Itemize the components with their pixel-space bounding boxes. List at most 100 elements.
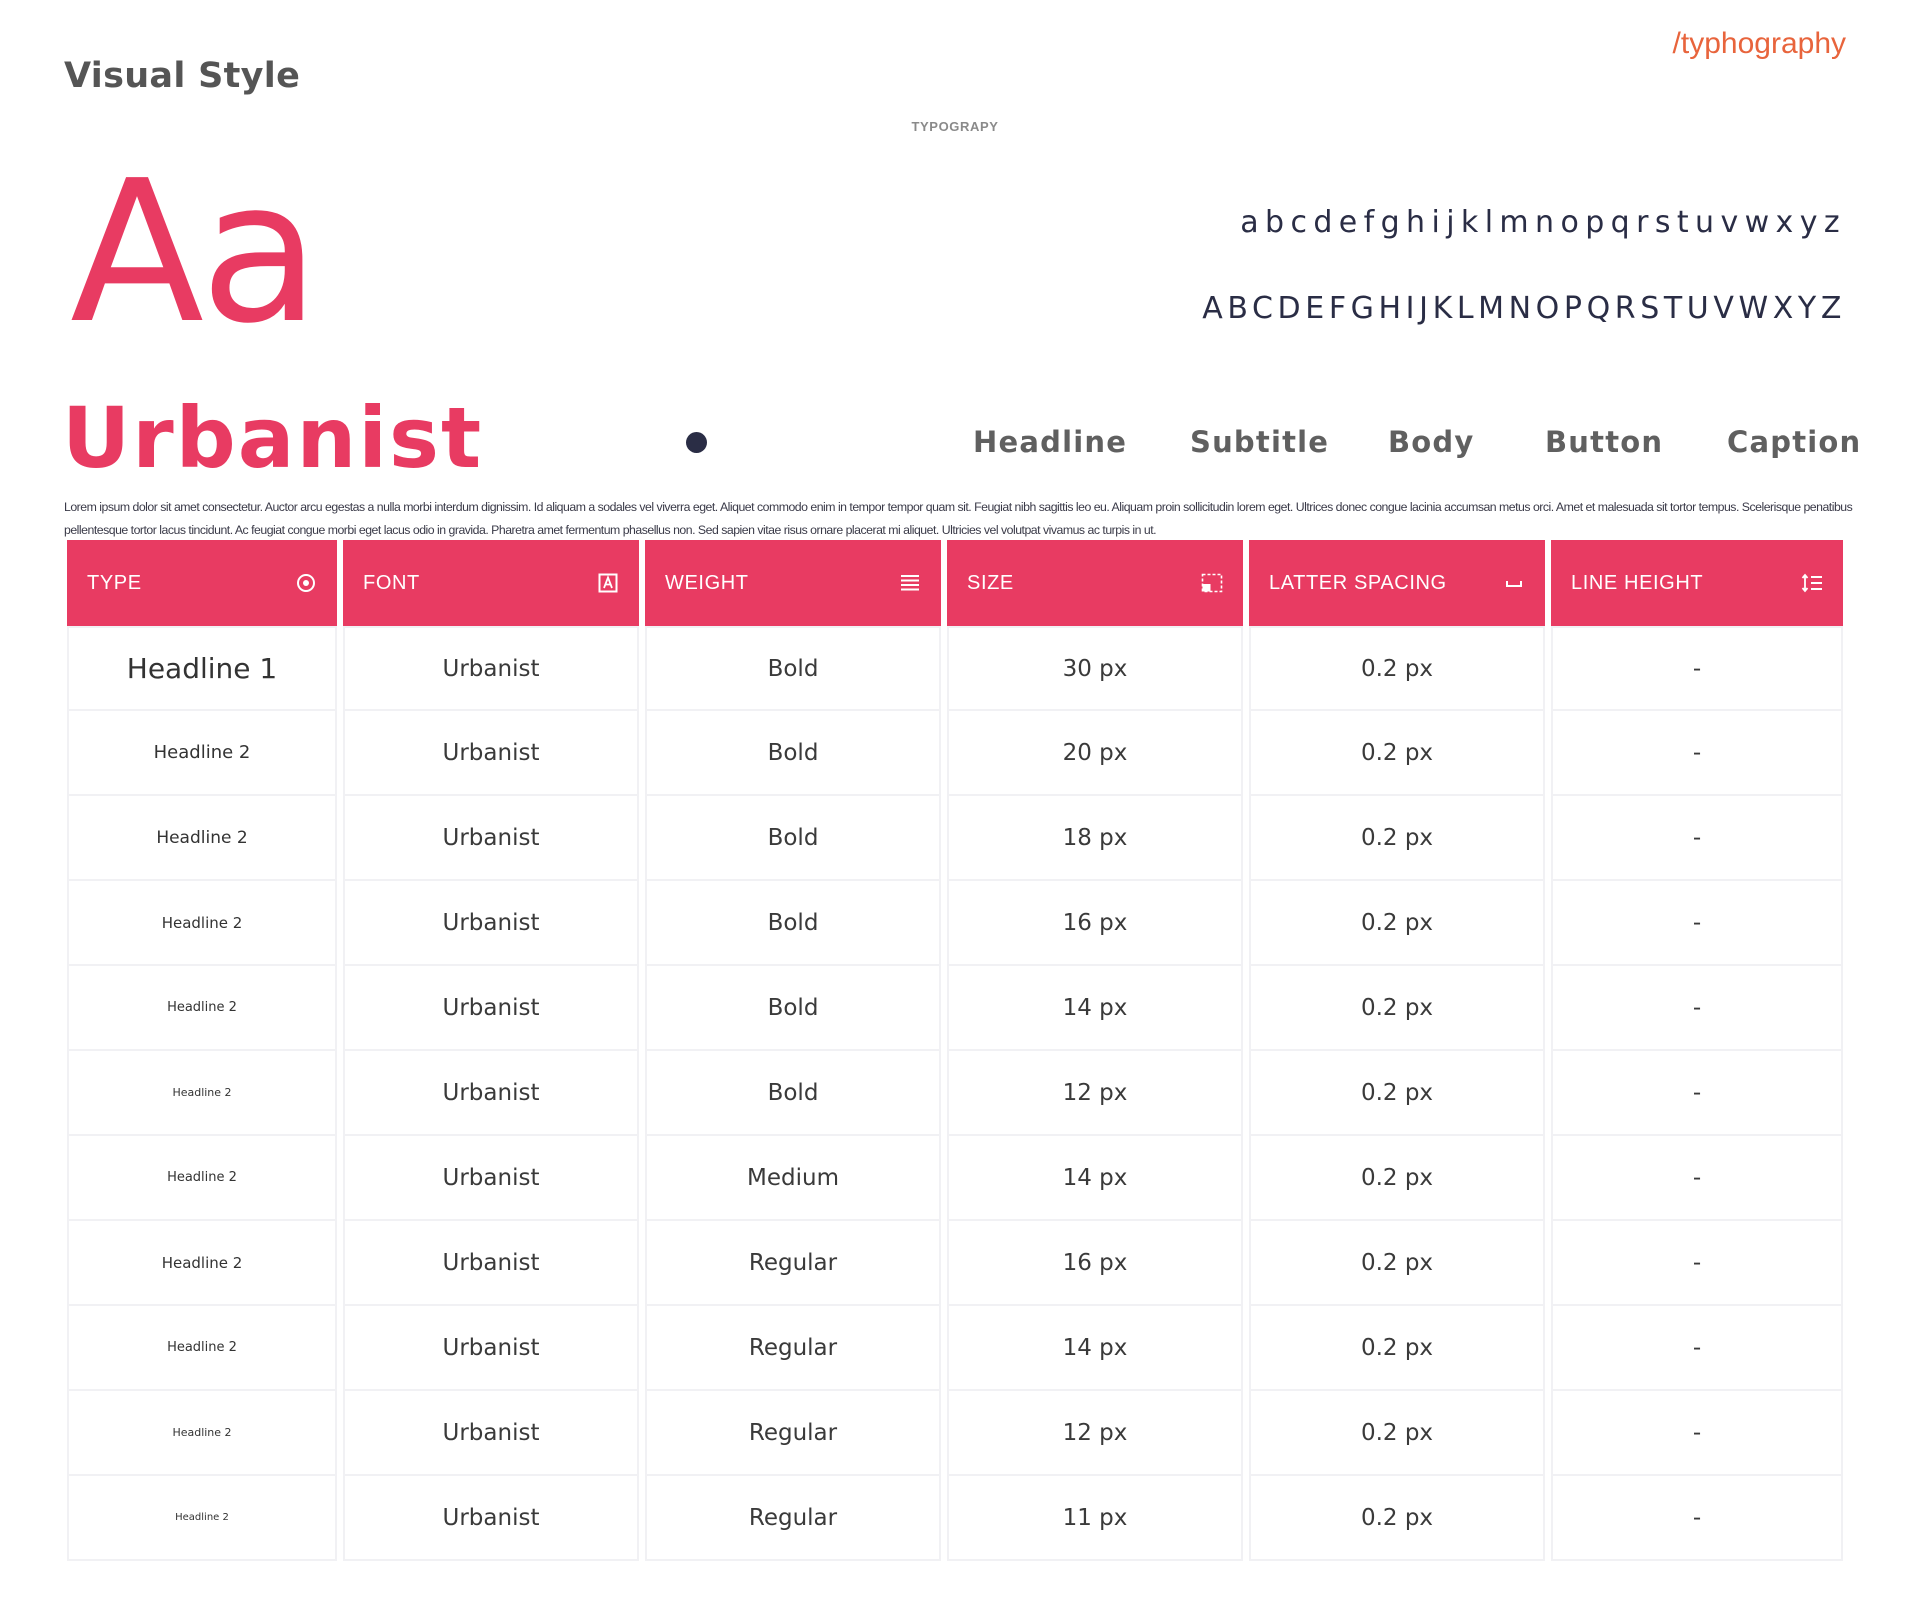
table-row: Headline 2 Urbanist Regular 11 px 0.2 px…	[64, 1476, 1858, 1561]
cell-type: Headline 2	[67, 1221, 337, 1306]
cell-spacing: 0.2 px	[1249, 1391, 1545, 1476]
cell-weight: Regular	[645, 1306, 941, 1391]
table-body: Headline 1 Urbanist Bold 30 px 0.2 px - …	[64, 626, 1858, 1561]
sample-paragraph: Lorem ipsum dolor sit amet consectetur. …	[64, 500, 1853, 537]
cell-font: Urbanist	[343, 626, 639, 711]
cell-weight: Bold	[645, 1051, 941, 1136]
section-link[interactable]: /typhography	[1673, 27, 1846, 61]
cell-line-height: -	[1551, 966, 1843, 1051]
tab-button[interactable]: Button	[1545, 425, 1663, 459]
aa-specimen: Aa	[70, 139, 320, 367]
column-header-label: LINE HEIGHT	[1571, 571, 1704, 594]
cell-type: Headline 2	[67, 1051, 337, 1136]
column-header-line-height[interactable]: LINE HEIGHT	[1551, 540, 1843, 626]
target-icon	[295, 572, 317, 594]
cell-line-height: -	[1551, 1306, 1843, 1391]
cell-size: 12 px	[947, 1391, 1243, 1476]
resize-icon	[1201, 572, 1223, 594]
cell-line-height: -	[1551, 1476, 1843, 1561]
table-row: Headline 2 Urbanist Bold 18 px 0.2 px -	[64, 796, 1858, 881]
table-row: Headline 2 Urbanist Bold 12 px 0.2 px -	[64, 1051, 1858, 1136]
table-row: Headline 2 Urbanist Regular 14 px 0.2 px…	[64, 1306, 1858, 1391]
cell-spacing: 0.2 px	[1249, 1476, 1545, 1561]
cell-type: Headline 2	[67, 966, 337, 1051]
cell-spacing: 0.2 px	[1249, 1051, 1545, 1136]
column-header-size[interactable]: SIZE	[947, 540, 1243, 626]
tab-body[interactable]: Body	[1388, 425, 1475, 459]
cell-spacing: 0.2 px	[1249, 1221, 1545, 1306]
tab-subtitle[interactable]: Subtitle	[1190, 425, 1329, 459]
typography-table: TYPE FONT WEIGHT SIZE LATTER SPACING LIN…	[64, 540, 1858, 1561]
line-height-icon	[1801, 572, 1823, 594]
cell-weight: Bold	[645, 966, 941, 1051]
cell-type: Headline 2	[67, 796, 337, 881]
cell-line-height: -	[1551, 796, 1843, 881]
cell-type: Headline 2	[67, 881, 337, 966]
table-row: Headline 2 Urbanist Bold 20 px 0.2 px -	[64, 711, 1858, 796]
table-header: TYPE FONT WEIGHT SIZE LATTER SPACING LIN…	[64, 540, 1858, 626]
cell-font: Urbanist	[343, 966, 639, 1051]
cell-spacing: 0.2 px	[1249, 626, 1545, 711]
cell-size: 20 px	[947, 711, 1243, 796]
section-caption: TYPOGRAPY	[911, 119, 999, 134]
cell-font: Urbanist	[343, 1306, 639, 1391]
cell-size: 16 px	[947, 1221, 1243, 1306]
cell-font: Urbanist	[343, 1391, 639, 1476]
cell-font: Urbanist	[343, 1476, 639, 1561]
column-header-label: LATTER SPACING	[1269, 571, 1447, 594]
table-row: Headline 2 Urbanist Medium 14 px 0.2 px …	[64, 1136, 1858, 1221]
cell-weight: Medium	[645, 1136, 941, 1221]
cell-weight: Bold	[645, 796, 941, 881]
style-tabs: Headline Subtitle Body Button Caption	[0, 425, 1920, 465]
cell-weight: Regular	[645, 1221, 941, 1306]
cell-line-height: -	[1551, 1391, 1843, 1476]
cell-size: 14 px	[947, 1306, 1243, 1391]
tab-headline[interactable]: Headline	[973, 425, 1127, 459]
cell-font: Urbanist	[343, 1051, 639, 1136]
font-box-icon	[597, 572, 619, 594]
page-title: Visual Style	[64, 56, 301, 96]
cell-weight: Regular	[645, 1391, 941, 1476]
cell-line-height: -	[1551, 711, 1843, 796]
table-row: Headline 2 Urbanist Regular 16 px 0.2 px…	[64, 1221, 1858, 1306]
cell-type: Headline 2	[67, 1476, 337, 1561]
cell-line-height: -	[1551, 1221, 1843, 1306]
uppercase-alphabet: ABCDEFGHIJKLMNOPQRSTUVWXYZ	[1202, 291, 1846, 326]
column-header-type[interactable]: TYPE	[67, 540, 337, 626]
cell-type: Headline 2	[67, 711, 337, 796]
cell-spacing: 0.2 px	[1249, 966, 1545, 1051]
table-row: Headline 2 Urbanist Regular 12 px 0.2 px…	[64, 1391, 1858, 1476]
column-header-weight[interactable]: WEIGHT	[645, 540, 941, 626]
cell-spacing: 0.2 px	[1249, 1306, 1545, 1391]
cell-spacing: 0.2 px	[1249, 881, 1545, 966]
lowercase-alphabet: abcdefghijklmnopqrstuvwxyz	[1240, 205, 1846, 240]
cell-line-height: -	[1551, 626, 1843, 711]
cell-spacing: 0.2 px	[1249, 796, 1545, 881]
cell-weight: Regular	[645, 1476, 941, 1561]
cell-size: 16 px	[947, 881, 1243, 966]
column-header-label: FONT	[363, 571, 420, 594]
table-row: Headline 2 Urbanist Bold 14 px 0.2 px -	[64, 966, 1858, 1051]
cell-weight: Bold	[645, 711, 941, 796]
cell-size: 14 px	[947, 966, 1243, 1051]
cell-size: 18 px	[947, 796, 1243, 881]
cell-spacing: 0.2 px	[1249, 1136, 1545, 1221]
cell-type: Headline 1	[67, 626, 337, 711]
cell-type: Headline 2	[67, 1391, 337, 1476]
cell-font: Urbanist	[343, 796, 639, 881]
space-bar-icon	[1503, 572, 1525, 594]
column-header-label: SIZE	[967, 571, 1014, 594]
lines-icon	[899, 572, 921, 594]
cell-size: 12 px	[947, 1051, 1243, 1136]
tab-caption[interactable]: Caption	[1727, 425, 1861, 459]
column-header-font[interactable]: FONT	[343, 540, 639, 626]
cell-size: 11 px	[947, 1476, 1243, 1561]
column-header-label: TYPE	[87, 571, 142, 594]
cell-line-height: -	[1551, 1051, 1843, 1136]
cell-font: Urbanist	[343, 1136, 639, 1221]
cell-type: Headline 2	[67, 1306, 337, 1391]
cell-spacing: 0.2 px	[1249, 711, 1545, 796]
column-header-spacing[interactable]: LATTER SPACING	[1249, 540, 1545, 626]
cell-weight: Bold	[645, 626, 941, 711]
cell-font: Urbanist	[343, 881, 639, 966]
